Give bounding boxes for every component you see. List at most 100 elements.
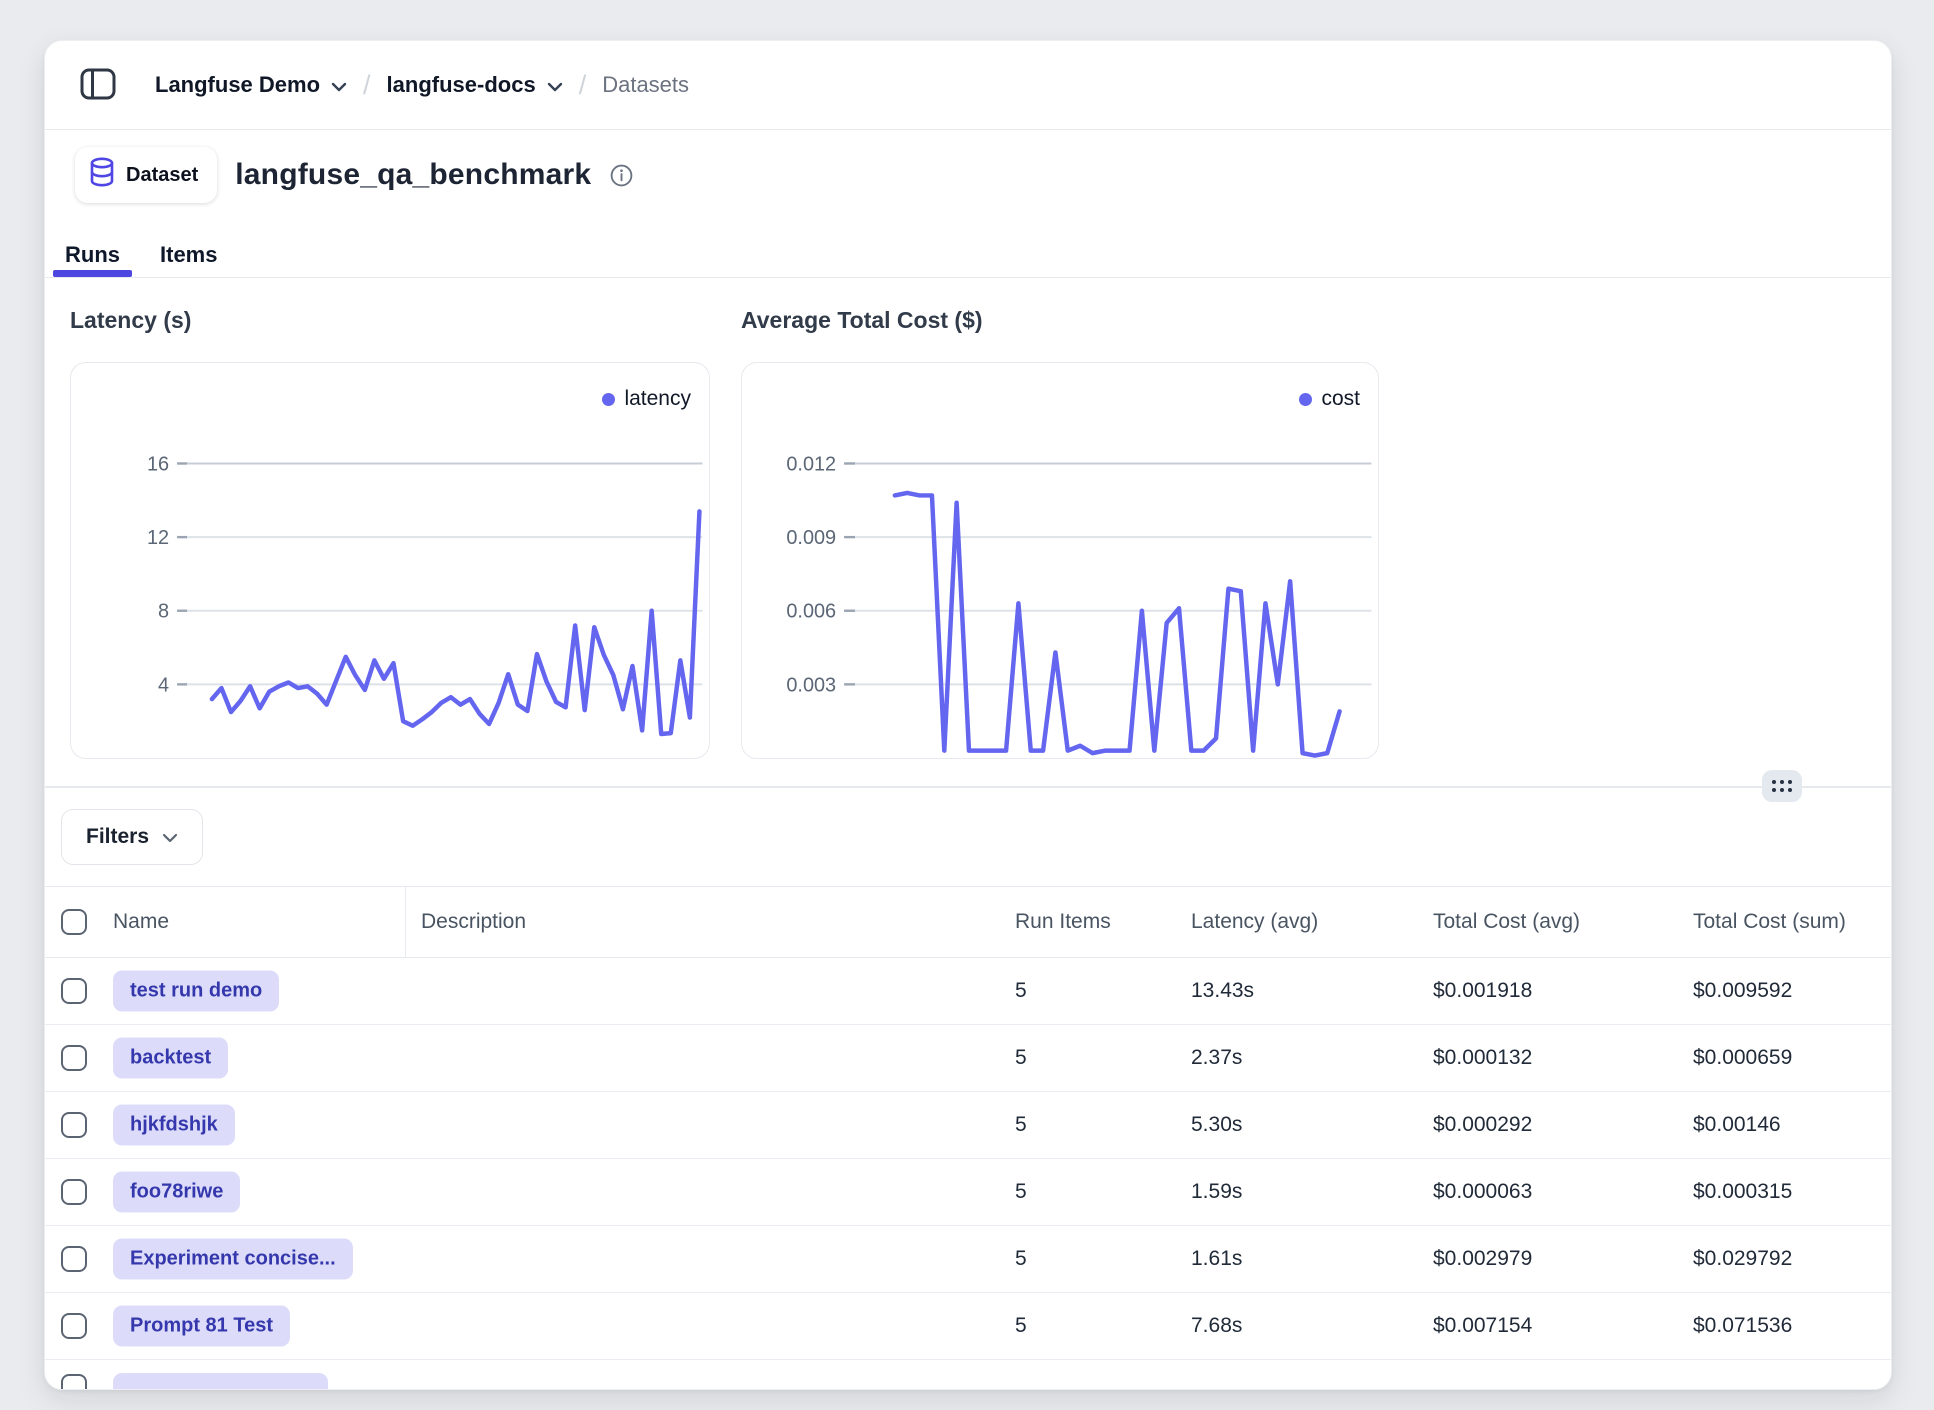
column-header-description: Description bbox=[421, 910, 526, 934]
runs-table: Name Description Run Items Latency (avg)… bbox=[45, 886, 1891, 1389]
screen: Langfuse Demo / langfuse-docs / Datasets bbox=[0, 0, 1934, 1410]
cell-total-cost-avg: $0.000132 bbox=[1433, 1046, 1532, 1070]
cell-latency-avg: 2.37s bbox=[1191, 1046, 1242, 1070]
cell-run-items: 5 bbox=[1015, 1314, 1027, 1338]
cell-total-cost-sum: $0.009592 bbox=[1693, 979, 1792, 1003]
row-checkbox[interactable] bbox=[61, 1313, 87, 1339]
row-checkbox[interactable] bbox=[61, 978, 87, 1004]
run-name-badge[interactable]: backtest bbox=[113, 1038, 228, 1079]
table-body: test run demo 5 13.43s $0.001918 $0.0095… bbox=[45, 958, 1891, 1390]
data-series-line bbox=[895, 493, 1340, 756]
chart-plot-area: 16 12 8 4 bbox=[71, 363, 709, 758]
row-checkbox[interactable] bbox=[61, 1179, 87, 1205]
resize-drag-handle-icon[interactable] bbox=[1762, 770, 1802, 802]
table-header: Name Description Run Items Latency (avg)… bbox=[45, 887, 1891, 958]
page-title: langfuse_qa_benchmark bbox=[235, 158, 591, 192]
table-row: Prompt 81 Test 5 7.68s $0.007154 $0.0715… bbox=[45, 1293, 1891, 1360]
filters-button[interactable]: Filters bbox=[61, 809, 203, 865]
table-row: foo78riwe 5 1.59s $0.000063 $0.000315 bbox=[45, 1159, 1891, 1226]
cell-run-items: 5 bbox=[1015, 979, 1027, 1003]
legend-label: latency bbox=[624, 387, 691, 411]
y-axis-tick-label: 0.003 bbox=[786, 674, 836, 696]
breadcrumb-project-selector[interactable]: langfuse-docs bbox=[387, 72, 563, 98]
y-axis-tick-label: 16 bbox=[147, 453, 169, 475]
dataset-type-badge: Dataset bbox=[75, 147, 217, 203]
breadcrumb-separator: / bbox=[579, 70, 587, 101]
column-header-name: Name bbox=[113, 910, 169, 934]
latency-chart: latency 16 12 8 4 bbox=[70, 362, 710, 759]
column-header-total-cost-avg: Total Cost (avg) bbox=[1433, 910, 1580, 934]
cell-total-cost-sum: $0.000315 bbox=[1693, 1180, 1792, 1204]
breadcrumb-separator: / bbox=[363, 70, 371, 101]
chevron-down-icon bbox=[547, 72, 563, 98]
row-checkbox[interactable] bbox=[61, 1246, 87, 1272]
chart-plot-area: 0.012 0.009 0.006 0.003 bbox=[742, 363, 1378, 758]
cell-total-cost-sum: $0.00146 bbox=[1693, 1113, 1781, 1137]
cell-total-cost-sum: $0.071536 bbox=[1693, 1314, 1792, 1338]
run-name-badge[interactable]: foo78riwe bbox=[113, 1172, 240, 1213]
cell-total-cost-avg: $0.002979 bbox=[1433, 1247, 1532, 1271]
chevron-down-icon bbox=[162, 825, 178, 849]
table-row: test run demo 5 13.43s $0.001918 $0.0095… bbox=[45, 958, 1891, 1025]
column-header-total-cost-sum: Total Cost (sum) bbox=[1693, 910, 1846, 934]
panel-left-icon bbox=[80, 68, 116, 103]
topbar: Langfuse Demo / langfuse-docs / Datasets bbox=[45, 41, 1891, 129]
run-name-badge[interactable] bbox=[113, 1373, 328, 1390]
tabs-divider bbox=[45, 277, 1891, 278]
table-row: hjkfdshjk 5 5.30s $0.000292 $0.00146 bbox=[45, 1092, 1891, 1159]
database-icon bbox=[89, 157, 115, 193]
column-header-latency-avg: Latency (avg) bbox=[1191, 910, 1318, 934]
tab-runs[interactable]: Runs bbox=[53, 232, 132, 277]
data-series-line bbox=[212, 511, 700, 734]
table-row: backtest 5 2.37s $0.000132 $0.000659 bbox=[45, 1025, 1891, 1092]
y-axis-tick-label: 0.009 bbox=[786, 527, 836, 549]
cell-latency-avg: 1.61s bbox=[1191, 1247, 1242, 1271]
row-checkbox[interactable] bbox=[61, 1112, 87, 1138]
breadcrumb-org-selector[interactable]: Langfuse Demo bbox=[155, 72, 347, 98]
cell-run-items: 5 bbox=[1015, 1113, 1027, 1137]
cost-chart: cost 0.012 0.009 0.006 0.003 bbox=[741, 362, 1379, 759]
run-name-badge[interactable]: test run demo bbox=[113, 971, 279, 1012]
filters-button-label: Filters bbox=[86, 825, 149, 849]
tabs: Runs Items bbox=[53, 232, 229, 277]
cell-latency-avg: 7.68s bbox=[1191, 1314, 1242, 1338]
y-axis-tick-label: 8 bbox=[158, 601, 169, 623]
chart-legend: latency bbox=[602, 387, 691, 411]
select-all-checkbox[interactable] bbox=[61, 909, 87, 935]
legend-dot-icon bbox=[602, 393, 615, 406]
table-row-partial bbox=[45, 1360, 1891, 1390]
cell-run-items: 5 bbox=[1015, 1247, 1027, 1271]
row-checkbox[interactable] bbox=[61, 1374, 87, 1390]
y-axis-tick-label: 0.012 bbox=[786, 453, 836, 475]
cell-total-cost-sum: $0.000659 bbox=[1693, 1046, 1792, 1070]
row-checkbox[interactable] bbox=[61, 1045, 87, 1071]
cell-total-cost-avg: $0.001918 bbox=[1433, 979, 1532, 1003]
run-name-badge[interactable]: Experiment concise... bbox=[113, 1239, 353, 1280]
chart-legend: cost bbox=[1299, 387, 1360, 411]
breadcrumb-page[interactable]: Datasets bbox=[602, 72, 689, 98]
cell-total-cost-avg: $0.000063 bbox=[1433, 1180, 1532, 1204]
header-divider bbox=[45, 129, 1891, 130]
run-name-badge[interactable]: hjkfdshjk bbox=[113, 1105, 235, 1146]
y-axis-tick-label: 0.006 bbox=[786, 601, 836, 623]
y-axis-tick-label: 4 bbox=[158, 674, 169, 696]
chevron-down-icon bbox=[331, 72, 347, 98]
cell-total-cost-avg: $0.000292 bbox=[1433, 1113, 1532, 1137]
dataset-heading: Dataset langfuse_qa_benchmark bbox=[75, 147, 634, 203]
legend-dot-icon bbox=[1299, 393, 1312, 406]
sidebar-toggle-button[interactable] bbox=[75, 62, 121, 108]
tab-items[interactable]: Items bbox=[148, 232, 229, 277]
y-axis-tick-label: 12 bbox=[147, 527, 169, 549]
breadcrumb: Langfuse Demo / langfuse-docs / Datasets bbox=[155, 70, 689, 101]
breadcrumb-org-label: Langfuse Demo bbox=[155, 72, 320, 98]
cell-latency-avg: 1.59s bbox=[1191, 1180, 1242, 1204]
cell-latency-avg: 13.43s bbox=[1191, 979, 1254, 1003]
app-window: Langfuse Demo / langfuse-docs / Datasets bbox=[44, 40, 1892, 1390]
chart-title-cost: Average Total Cost ($) bbox=[741, 307, 983, 334]
breadcrumb-project-label: langfuse-docs bbox=[387, 72, 536, 98]
run-name-badge[interactable]: Prompt 81 Test bbox=[113, 1306, 290, 1347]
cell-latency-avg: 5.30s bbox=[1191, 1113, 1242, 1137]
cell-total-cost-avg: $0.007154 bbox=[1433, 1314, 1532, 1338]
info-icon[interactable] bbox=[609, 163, 634, 188]
column-header-run-items: Run Items bbox=[1015, 910, 1111, 934]
